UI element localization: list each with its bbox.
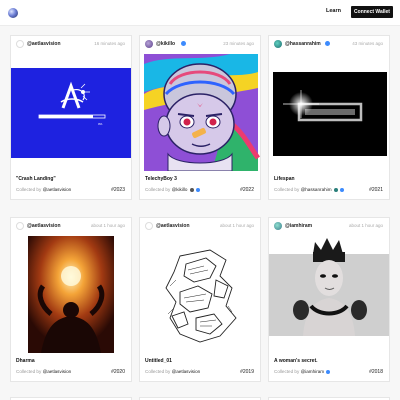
collected-prefix: Collected by	[145, 187, 171, 192]
artwork-title[interactable]: Untitled_01	[145, 358, 172, 364]
timestamp: 16 minutes ago	[94, 41, 125, 46]
artwork-image[interactable]	[140, 54, 260, 171]
verified-icon	[340, 187, 345, 192]
avatar[interactable]	[16, 222, 24, 230]
collected-prefix: Collected by	[274, 187, 300, 192]
nft-card[interactable]: @aetlasvision 16 minutes ago 0% "Crash L…	[10, 35, 132, 200]
nft-card[interactable]: @hassanrahim 43 minutes ago Lifespan Col…	[268, 35, 390, 200]
card-header: @hassanrahim 43 minutes ago	[269, 36, 389, 52]
verified-icon	[181, 41, 186, 46]
timestamp: 23 minutes ago	[223, 41, 254, 46]
dharma-art	[28, 236, 114, 353]
artwork-image[interactable]: 0%	[11, 54, 131, 171]
collector-avatar	[189, 187, 194, 192]
timestamp: about 1 hour ago	[219, 223, 254, 228]
nft-card[interactable]: @kikillo 23 minutes ago TelechyBoy 3 Col…	[139, 35, 261, 200]
collected-by: Collected by @kikillo	[145, 187, 201, 192]
avatar[interactable]	[145, 40, 153, 48]
edition-number: #2021	[369, 187, 383, 193]
womans-secret-art	[269, 238, 389, 336]
collected-prefix: Collected by	[16, 187, 42, 192]
collected-by: Collected by @aetlasvision	[145, 369, 200, 374]
verified-icon	[196, 187, 201, 192]
artwork-title[interactable]: Dharma	[16, 358, 35, 364]
card-header: @aetlasvision 16 minutes ago	[11, 36, 131, 52]
collected-prefix: Collected by	[274, 369, 300, 374]
avatar[interactable]	[16, 40, 24, 48]
collected-prefix: Collected by	[145, 369, 171, 374]
card-header: @iamhiram about 1 hour ago	[269, 218, 389, 234]
learn-link[interactable]: Learn	[326, 8, 341, 14]
edition-number: #2019	[240, 369, 254, 375]
logo-icon[interactable]	[8, 8, 18, 18]
nft-card[interactable]: @iamhiram about 1 hour ago A woman's sec…	[268, 217, 390, 382]
creator-handle[interactable]: @aetlasvision	[27, 41, 61, 47]
timestamp: about 1 hour ago	[90, 223, 125, 228]
progress-label: 0%	[98, 122, 103, 126]
creator-handle[interactable]: @hassanrahim	[285, 41, 321, 47]
creator-handle[interactable]: @aetlasvision	[156, 223, 190, 229]
creator-handle[interactable]: @iamhiram	[285, 223, 312, 229]
nft-card[interactable]: @aetlasvision about 1 hour ago Untitled_…	[139, 217, 261, 382]
artwork-title[interactable]: Lifespan	[274, 176, 295, 182]
collector-handle[interactable]: @iamhiram	[301, 369, 325, 374]
card-header: @kikillo 23 minutes ago	[140, 36, 260, 52]
crash-landing-art	[38, 81, 106, 119]
edition-number: #2020	[111, 369, 125, 375]
collector-handle[interactable]: @aetlasvision	[43, 187, 72, 192]
collected-by: Collected by @iamhiram	[274, 369, 331, 374]
edition-number: #2023	[111, 187, 125, 193]
creator-handle[interactable]: @kikillo	[156, 41, 175, 47]
timestamp: about 1 hour ago	[348, 223, 383, 228]
collector-handle[interactable]: @kikillo	[172, 187, 188, 192]
collected-by: Collected by @aetlasvision	[16, 369, 71, 374]
artwork-title[interactable]: "Crash Landing"	[16, 176, 56, 182]
card-header: @aetlasvision about 1 hour ago	[140, 218, 260, 234]
nft-card[interactable]: @aetlasvision about 1 hour ago Dharma Co…	[10, 217, 132, 382]
creator-handle[interactable]: @aetlasvision	[27, 223, 61, 229]
connect-wallet-button[interactable]: Connect Wallet	[351, 6, 393, 18]
collected-prefix: Collected by	[16, 369, 42, 374]
verified-icon	[326, 369, 331, 374]
collector-handle[interactable]: @aetlasvision	[172, 369, 201, 374]
artwork-title[interactable]: TelechyBoy 3	[145, 176, 177, 182]
collector-avatar	[333, 187, 338, 192]
avatar[interactable]	[274, 222, 282, 230]
telechyboy-art	[144, 54, 260, 171]
avatar[interactable]	[145, 222, 153, 230]
collected-by: Collected by @aetlasvision	[16, 187, 71, 192]
untitled-art	[165, 249, 237, 343]
avatar[interactable]	[274, 40, 282, 48]
collected-by: Collected by @hassanrahim	[274, 187, 345, 192]
artwork-image[interactable]	[140, 236, 260, 353]
collector-handle[interactable]: @aetlasvision	[43, 369, 72, 374]
artwork-image[interactable]	[269, 54, 389, 171]
lifespan-art	[273, 72, 387, 156]
timestamp: 43 minutes ago	[352, 41, 383, 46]
top-bar: Learn Connect Wallet	[0, 0, 400, 26]
edition-number: #2018	[369, 369, 383, 375]
artwork-image[interactable]	[11, 236, 131, 353]
artwork-image[interactable]	[269, 236, 389, 353]
artwork-title[interactable]: A woman's secret.	[274, 358, 318, 364]
edition-number: #2022	[240, 187, 254, 193]
artwork-crash-landing: 0%	[11, 68, 131, 158]
card-header: @aetlasvision about 1 hour ago	[11, 218, 131, 234]
verified-icon	[325, 41, 330, 46]
collector-handle[interactable]: @hassanrahim	[301, 187, 332, 192]
